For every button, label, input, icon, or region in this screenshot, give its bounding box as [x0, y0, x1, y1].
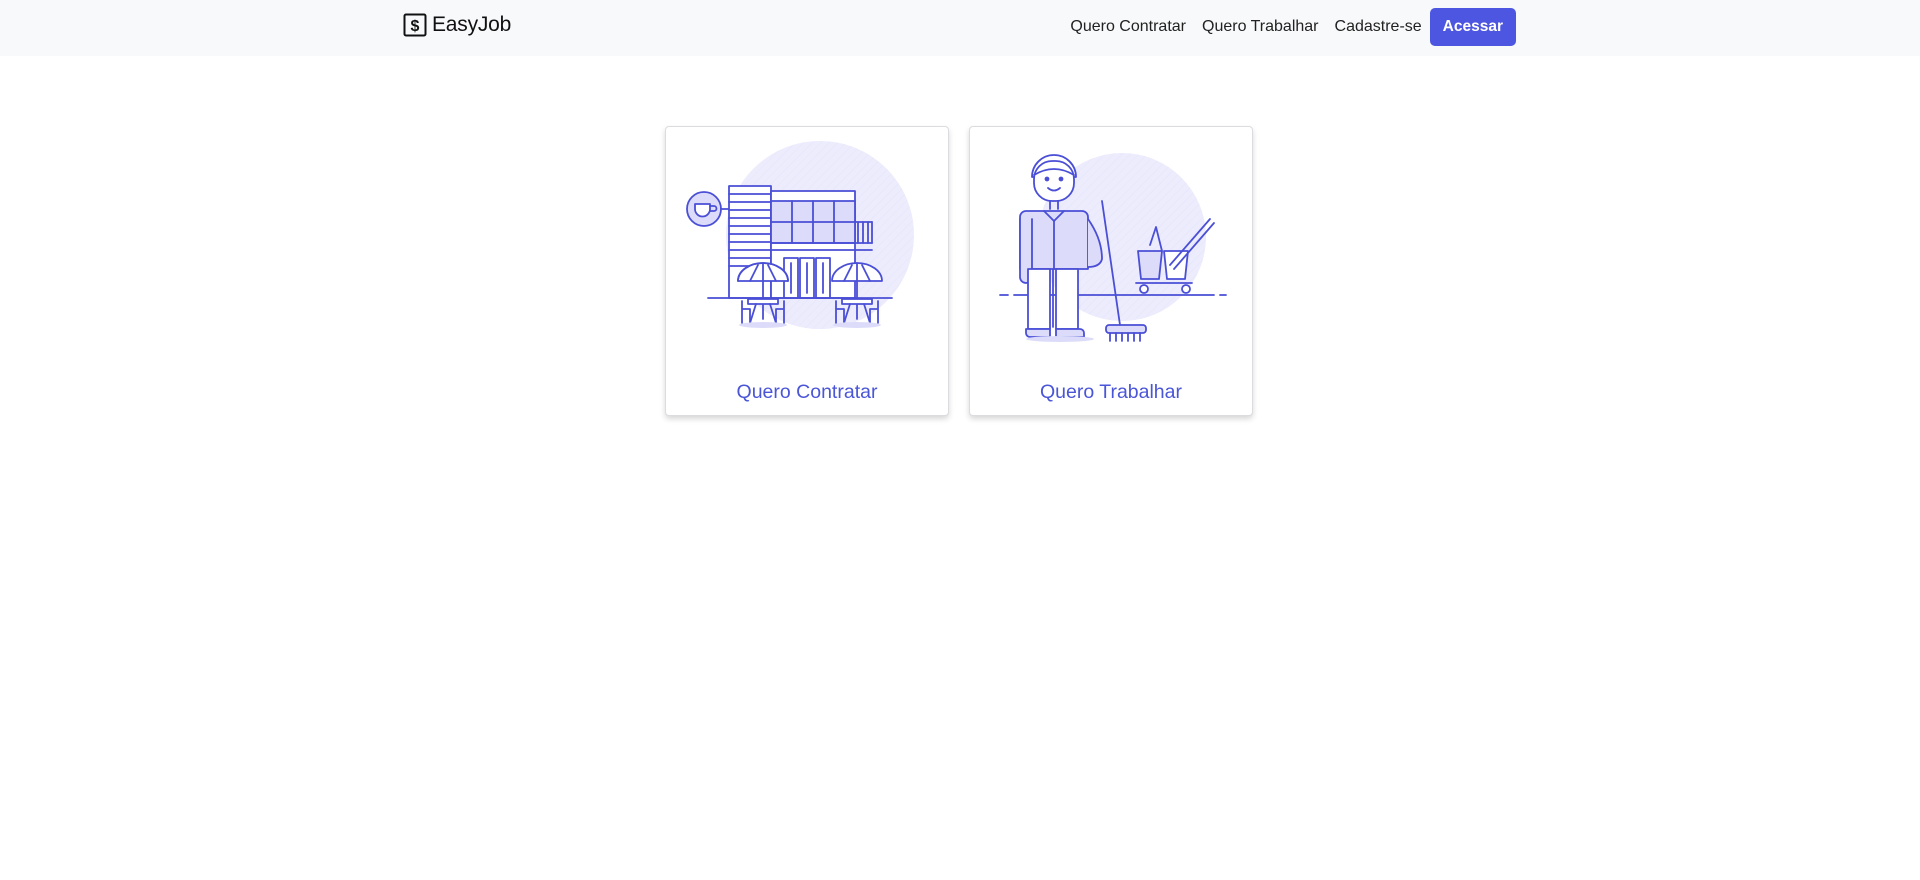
card-title: Quero Trabalhar: [1040, 381, 1182, 403]
cafe-building-illustration: [686, 141, 914, 329]
cleaning-worker-illustration: [999, 153, 1227, 342]
navbar: $ EasyJob Quero Contratar Quero Trabalha…: [0, 0, 1920, 56]
dollar-sign-icon: $: [403, 13, 427, 37]
nav-links: Quero Contratar Quero Trabalhar Cadastre…: [1062, 8, 1516, 46]
card-quero-trabalhar[interactable]: Quero Trabalhar: [969, 126, 1253, 416]
login-button[interactable]: Acessar: [1429, 8, 1516, 46]
card-title: Quero Contratar: [736, 381, 878, 403]
nav-link-quero-trabalhar[interactable]: Quero Trabalhar: [1194, 8, 1327, 46]
nav-link-cadastre-se[interactable]: Cadastre-se: [1327, 8, 1430, 46]
svg-text:$: $: [411, 18, 420, 35]
brand-name: EasyJob: [432, 13, 512, 36]
card-quero-contratar[interactable]: Quero Contratar: [665, 126, 949, 416]
brand-link[interactable]: $ EasyJob: [403, 10, 511, 40]
option-cards: Quero Contratar Quero Trabalhar: [665, 126, 1253, 416]
nav-link-quero-contratar[interactable]: Quero Contratar: [1062, 8, 1194, 46]
